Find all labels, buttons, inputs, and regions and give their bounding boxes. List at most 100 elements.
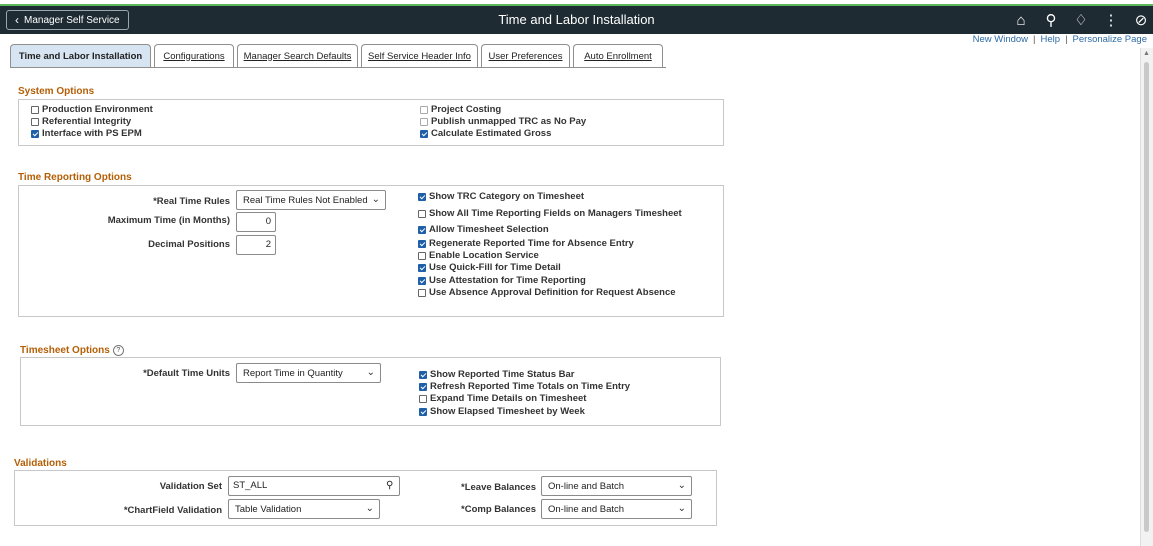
checkbox-label: Project Costing — [431, 104, 502, 115]
checkbox-box[interactable] — [418, 263, 426, 272]
checkbox-label: Allow Timesheet Selection — [429, 224, 549, 235]
checkbox-box[interactable] — [418, 239, 426, 248]
checkbox-label: Production Environment — [42, 104, 153, 115]
checkbox-box[interactable] — [419, 394, 427, 403]
system-options-title: System Options — [18, 86, 95, 97]
decimal-positions-label: Decimal Positions — [148, 239, 230, 250]
checkbox-label: Show Reported Time Status Bar — [430, 369, 575, 380]
checkbox-label: Calculate Estimated Gross — [431, 128, 552, 139]
tab-underline — [10, 67, 666, 68]
show-trc-category-checkbox[interactable]: Show TRC Category on Timesheet — [418, 191, 584, 202]
production-environment-checkbox[interactable]: Production Environment — [31, 104, 153, 115]
leave-balances-select[interactable]: On-line and Batch ⌄ — [541, 476, 692, 496]
help-link[interactable]: Help — [1041, 34, 1061, 45]
checkbox-label: Referential Integrity — [42, 116, 132, 127]
referential-integrity-checkbox[interactable]: Referential Integrity — [31, 116, 131, 127]
publish-unmapped-trc-checkbox: Publish unmapped TRC as No Pay — [420, 116, 586, 127]
validations-title: Validations — [14, 458, 67, 469]
checkbox-box[interactable] — [418, 209, 426, 218]
checkbox-label: Regenerate Reported Time for Absence Ent… — [429, 238, 634, 249]
calculate-estimated-gross-checkbox[interactable]: Calculate Estimated Gross — [420, 128, 551, 139]
decimal-positions-input[interactable]: 2 — [236, 235, 276, 255]
real-time-rules-label: *Real Time Rules — [153, 196, 230, 207]
checkbox-box[interactable] — [419, 382, 427, 391]
help-icon[interactable]: ? — [112, 345, 124, 356]
checkbox-label: Interface with PS EPM — [42, 128, 142, 139]
show-all-fields-managers-checkbox[interactable]: Show All Time Reporting Fields on Manage… — [418, 208, 682, 219]
tab-bar: Time and Labor Installation Configuratio… — [10, 44, 666, 67]
leave-balances-label: *Leave Balances — [461, 482, 536, 493]
page-links: New Window | Help | Personalize Page — [973, 34, 1147, 45]
allow-timesheet-selection-checkbox[interactable]: Allow Timesheet Selection — [418, 224, 549, 235]
real-time-rules-select[interactable]: Real Time Rules Not Enabled ⌄ — [236, 190, 386, 210]
more-icon[interactable]: ⋮ — [1103, 11, 1119, 29]
checkbox-box[interactable] — [418, 192, 426, 201]
checkbox-label: Use Attestation for Time Reporting — [429, 275, 586, 286]
checkbox-box[interactable] — [31, 117, 39, 126]
regenerate-reported-time-checkbox[interactable]: Regenerate Reported Time for Absence Ent… — [418, 238, 634, 249]
show-status-bar-checkbox[interactable]: Show Reported Time Status Bar — [419, 369, 574, 380]
use-quick-fill-checkbox[interactable]: Use Quick-Fill for Time Detail — [418, 262, 561, 273]
tab-time-and-labor-installation[interactable]: Time and Labor Installation — [10, 44, 151, 67]
chevron-down-icon: ⌄ — [366, 367, 375, 378]
checkbox-label: Use Absence Approval Definition for Requ… — [429, 287, 676, 298]
time-reporting-options-title: Time Reporting Options — [18, 172, 132, 183]
link-separator: | — [1065, 34, 1068, 45]
link-separator: | — [1033, 34, 1036, 45]
checkbox-box[interactable] — [31, 129, 39, 138]
validation-set-input[interactable]: ST_ALL — [228, 476, 400, 496]
select-value: Report Time in Quantity — [243, 367, 343, 379]
tab-user-preferences[interactable]: User Preferences — [481, 44, 570, 67]
tab-manager-search-defaults[interactable]: Manager Search Defaults — [237, 44, 358, 67]
checkbox-label: Expand Time Details on Timesheet — [430, 393, 587, 404]
checkbox-box[interactable] — [418, 276, 426, 285]
maximum-time-label: Maximum Time (in Months) — [107, 215, 230, 226]
chevron-down-icon: ⌄ — [365, 503, 374, 514]
checkbox-box[interactable] — [418, 225, 426, 234]
project-costing-checkbox: Project Costing — [420, 104, 501, 115]
bell-icon[interactable]: ♢ — [1073, 11, 1089, 29]
page-title: Time and Labor Installation — [498, 12, 655, 27]
vertical-scrollbar[interactable]: ▲ — [1140, 48, 1153, 546]
checkbox-box[interactable] — [418, 288, 426, 297]
show-elapsed-by-week-checkbox[interactable]: Show Elapsed Timesheet by Week — [419, 406, 585, 417]
refresh-totals-checkbox[interactable]: Refresh Reported Time Totals on Time Ent… — [419, 381, 630, 392]
use-absence-approval-checkbox[interactable]: Use Absence Approval Definition for Requ… — [418, 287, 676, 298]
checkbox-box[interactable] — [420, 129, 428, 138]
expand-time-details-checkbox[interactable]: Expand Time Details on Timesheet — [419, 393, 586, 404]
checkbox-box[interactable] — [419, 370, 427, 379]
checkbox-box[interactable] — [31, 105, 39, 114]
enable-location-service-checkbox[interactable]: Enable Location Service — [418, 250, 539, 261]
use-attestation-checkbox[interactable]: Use Attestation for Time Reporting — [418, 275, 586, 286]
tab-configurations[interactable]: Configurations — [154, 44, 234, 67]
tab-self-service-header-info[interactable]: Self Service Header Info — [361, 44, 478, 67]
comp-balances-label: *Comp Balances — [461, 504, 536, 515]
checkbox-box — [420, 117, 428, 126]
scroll-up-icon[interactable]: ▲ — [1143, 50, 1150, 57]
checkbox-box[interactable] — [418, 251, 426, 260]
comp-balances-select[interactable]: On-line and Batch ⌄ — [541, 499, 692, 519]
personalize-page-link[interactable]: Personalize Page — [1073, 34, 1147, 45]
interface-ps-epm-checkbox[interactable]: Interface with PS EPM — [31, 128, 142, 139]
checkbox-label: Publish unmapped TRC as No Pay — [431, 116, 587, 127]
checkbox-box[interactable] — [419, 407, 427, 416]
timesheet-options-title: Timesheet Options? — [20, 345, 124, 356]
checkbox-label: Use Quick-Fill for Time Detail — [429, 262, 561, 273]
search-icon[interactable]: ⚲ — [1043, 11, 1059, 29]
select-value: Table Validation — [235, 503, 302, 515]
checkbox-label: Show TRC Category on Timesheet — [429, 191, 585, 202]
select-value: On-line and Batch — [548, 480, 625, 492]
scrollbar-thumb[interactable] — [1144, 62, 1149, 532]
compass-icon[interactable]: ⊘ — [1133, 11, 1149, 29]
checkbox-label: Enable Location Service — [429, 250, 539, 261]
maximum-time-input[interactable]: 0 — [236, 212, 276, 232]
tab-auto-enrollment[interactable]: Auto Enrollment — [573, 44, 663, 67]
search-icon[interactable]: ⚲ — [386, 480, 393, 491]
new-window-link[interactable]: New Window — [973, 34, 1028, 45]
chartfield-validation-select[interactable]: Table Validation ⌄ — [228, 499, 380, 519]
default-time-units-select[interactable]: Report Time in Quantity ⌄ — [236, 363, 381, 383]
chevron-down-icon: ⌄ — [677, 480, 686, 491]
header-icons: ⌂ ⚲ ♢ ⋮ ⊘ — [1013, 6, 1149, 34]
chevron-down-icon: ⌄ — [677, 503, 686, 514]
home-icon[interactable]: ⌂ — [1013, 12, 1029, 29]
